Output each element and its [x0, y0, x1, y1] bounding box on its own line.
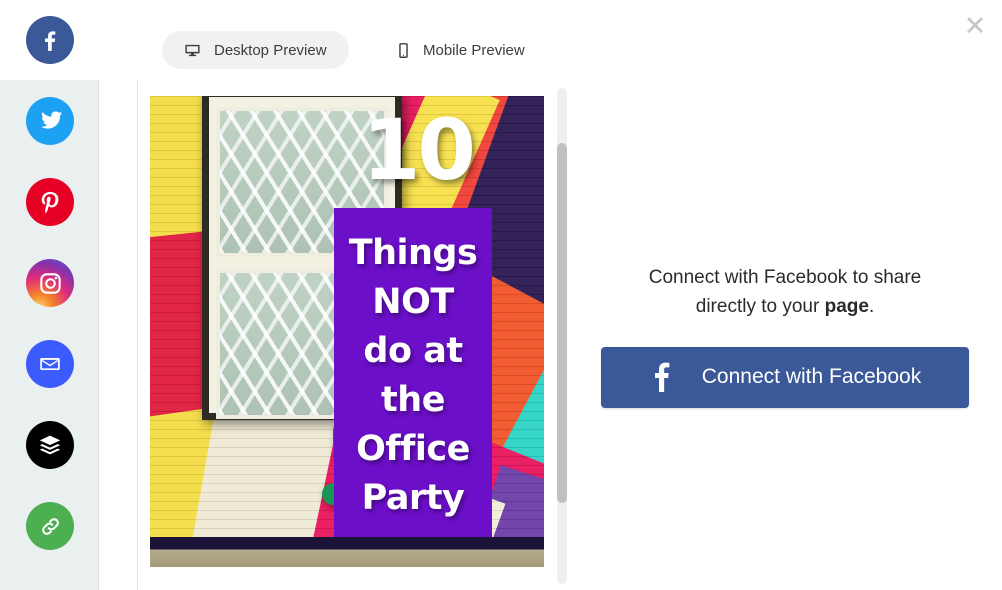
connect-message-after: . [868, 295, 875, 317]
tab-desktop-preview-label: Desktop Preview [214, 41, 327, 59]
preview-column: 10 Things NOT do at the Office Party [137, 80, 568, 590]
sidebar-item-twitter[interactable] [0, 81, 100, 161]
tab-mobile-preview[interactable]: Mobile Preview [375, 31, 547, 69]
connect-panel: Connect with Facebook to share directly … [568, 80, 1002, 590]
instagram-icon [38, 271, 63, 296]
connect-with-facebook-label: Connect with Facebook [701, 365, 922, 388]
overlay-line: the [381, 379, 445, 420]
post-image: 10 Things NOT do at the Office Party [150, 96, 544, 567]
close-icon[interactable]: ✕ [958, 9, 992, 43]
overlay-line: NOT [372, 281, 454, 322]
overlay-line: Things [348, 232, 478, 273]
connect-message-before: Connect with Facebook to share directly … [648, 266, 922, 317]
phone-icon [397, 42, 410, 59]
connect-message: Connect with Facebook to share directly … [620, 263, 950, 321]
social-network-sidebar [0, 0, 100, 590]
facebook-badge [26, 16, 74, 64]
post-preview-card[interactable]: 10 Things NOT do at the Office Party [150, 96, 544, 567]
sidebar-item-email[interactable] [0, 324, 100, 404]
connect-with-facebook-button[interactable]: Connect with Facebook [601, 346, 969, 408]
overlay-number: 10 [362, 101, 476, 199]
instagram-badge [26, 259, 74, 307]
email-badge [26, 340, 74, 388]
pinterest-badge [26, 178, 74, 226]
layers-icon [37, 432, 63, 458]
overlay-line: do at [363, 330, 463, 371]
overlay-line: Party [361, 477, 465, 518]
preview-scrollbar-track[interactable] [557, 88, 567, 584]
twitter-badge [26, 97, 74, 145]
sidebar-item-facebook[interactable] [0, 0, 100, 80]
twitter-icon [36, 107, 64, 135]
sidebar-item-link[interactable] [0, 486, 100, 566]
envelope-icon [37, 351, 63, 377]
pinterest-icon [37, 189, 64, 216]
chain-link-icon [38, 514, 63, 539]
overlay-text-panel: Things NOT do at the Office Party [334, 208, 492, 537]
ground-strip [150, 537, 544, 567]
sidebar-item-instagram[interactable] [0, 243, 100, 323]
preview-scrollbar-thumb[interactable] [557, 143, 567, 503]
monitor-icon [184, 42, 201, 59]
facebook-f-icon [649, 362, 674, 392]
overlay-line: Office [356, 428, 470, 469]
sidebar-item-pinterest[interactable] [0, 162, 100, 242]
preview-mode-tabbar: Desktop Preview Mobile Preview [100, 0, 1002, 80]
tab-mobile-preview-label: Mobile Preview [423, 41, 525, 59]
link-badge [26, 502, 74, 550]
connect-message-bold: page [824, 295, 869, 317]
tab-desktop-preview[interactable]: Desktop Preview [162, 31, 349, 69]
facebook-icon [37, 27, 63, 53]
sidebar-item-buffer[interactable] [0, 405, 100, 485]
buffer-badge [26, 421, 74, 469]
